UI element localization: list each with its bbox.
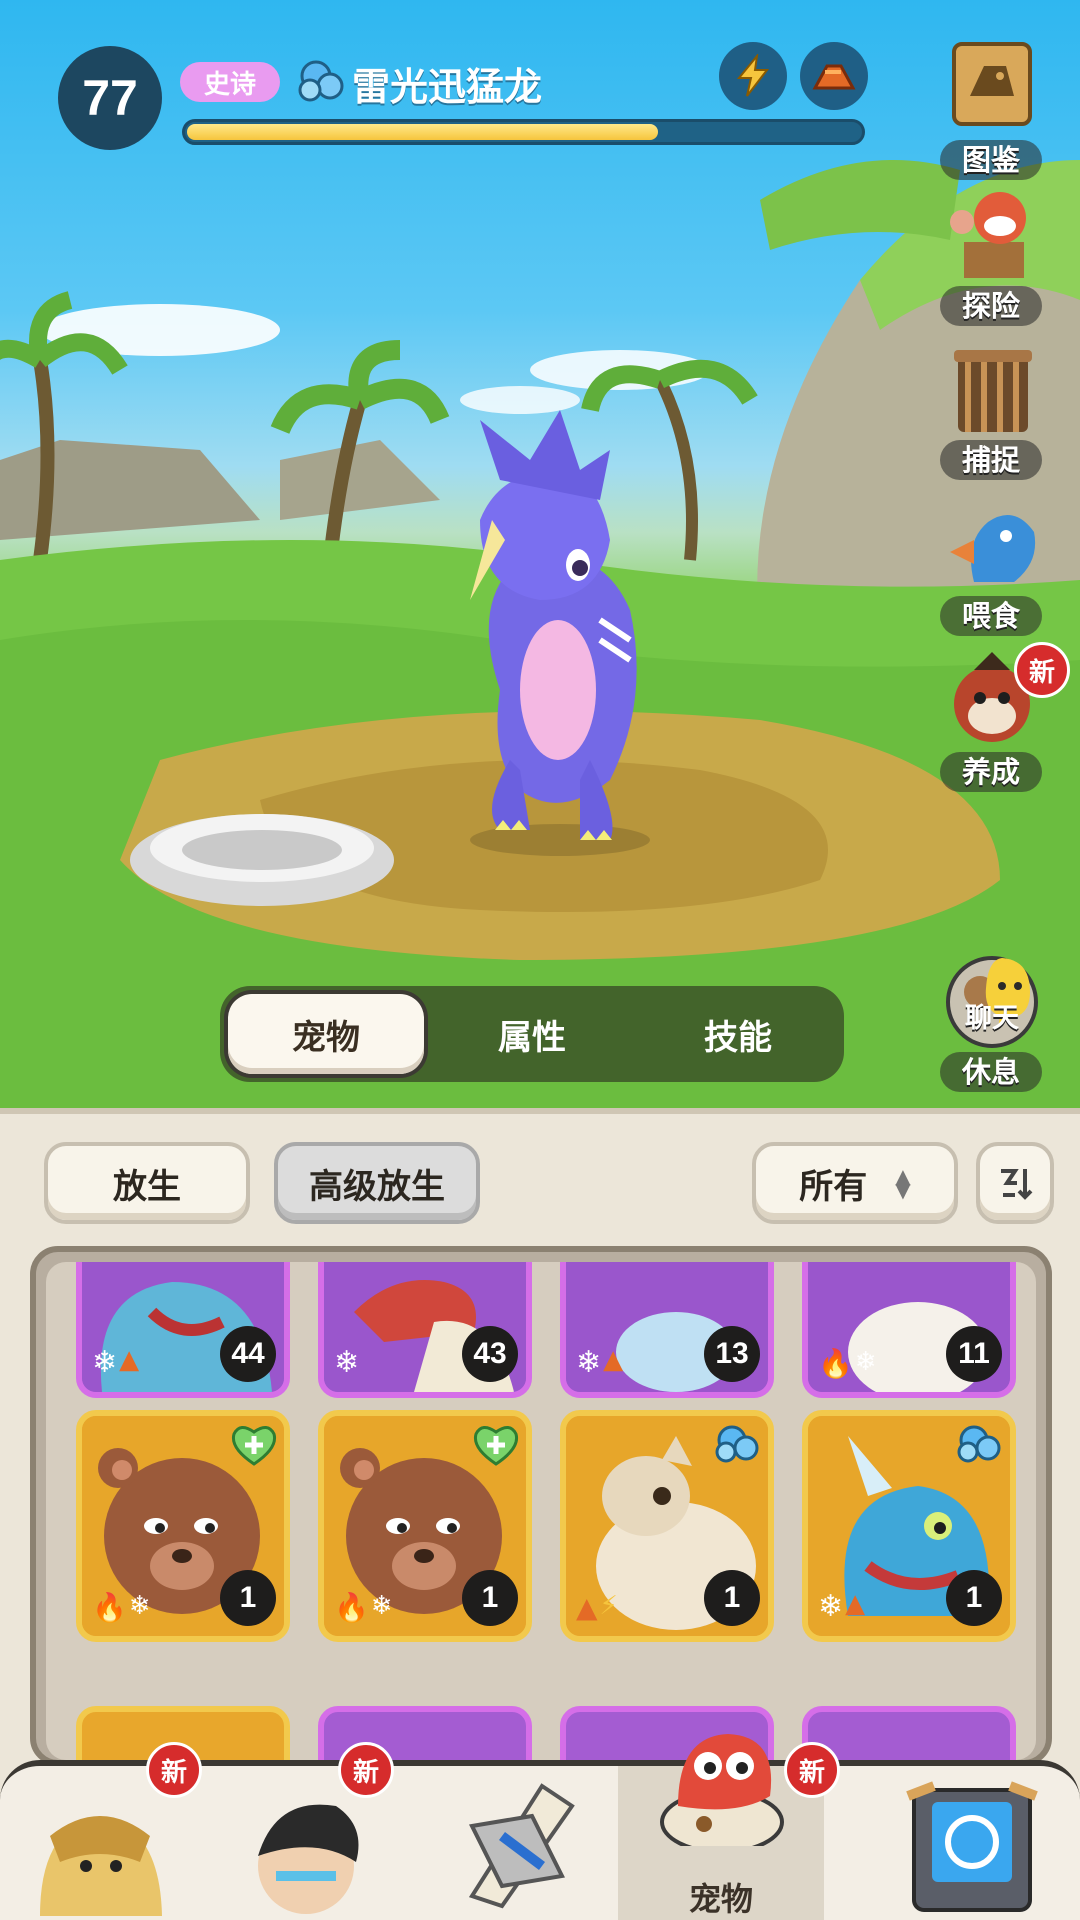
- cage-icon: [954, 350, 1032, 432]
- lightning-icon: [736, 54, 770, 97]
- pet-count: 13: [704, 1326, 760, 1382]
- ice-icon: ❄: [128, 1591, 151, 1621]
- pet-count: 1: [462, 1570, 518, 1626]
- pet-grid: ❄ ▲ 44 ❄ 43 ❄ ▲ 13 🔥 ❄ 11 🔥 ❄ 1 🔥 ❄ 1 ▲ …: [46, 1262, 1036, 1760]
- pet-name: 雷光迅猛龙: [352, 65, 543, 109]
- new-badge: 新: [784, 1742, 840, 1798]
- side-menu-label: 探险: [940, 286, 1042, 326]
- wind-element-icon: [957, 1425, 1001, 1463]
- ice-icon: ❄: [334, 1345, 360, 1380]
- mountain-icon: ▲: [119, 1345, 140, 1375]
- scene-background: [0, 160, 1080, 1110]
- side-menu-label: 喂食: [940, 596, 1042, 636]
- lightning-icon: ⚡: [599, 1591, 618, 1621]
- tab-pet[interactable]: 宠物: [228, 994, 424, 1074]
- book-icon: [952, 42, 1032, 126]
- nav-item-weapon[interactable]: [412, 1766, 618, 1920]
- rarity-badge: 史诗: [180, 62, 280, 102]
- exp-progress-bar: [182, 119, 865, 145]
- pet-card[interactable]: 🔥 ❄ 1: [318, 1410, 532, 1642]
- sort-button[interactable]: [976, 1142, 1054, 1224]
- element-icons: 🔥 ❄: [818, 1347, 877, 1380]
- element-icons: 🔥 ❄: [92, 1591, 151, 1624]
- side-menu-label: 休息: [940, 1052, 1042, 1092]
- side-menu-label: 捕捉: [940, 440, 1042, 480]
- pet-card[interactable]: ❄ 43: [318, 1262, 532, 1398]
- mountain-icon: [812, 64, 856, 90]
- element-icons: ❄ ▲: [818, 1589, 865, 1624]
- fire-icon: 🔥: [334, 1591, 369, 1624]
- exp-progress-fill: [187, 124, 658, 140]
- heal-icon: [231, 1426, 277, 1466]
- explore-icon: [950, 192, 1026, 278]
- pet-count: 11: [946, 1326, 1002, 1382]
- element-icons: ❄: [334, 1345, 359, 1380]
- ice-icon: ❄: [576, 1345, 602, 1380]
- pet-count: 43: [462, 1326, 518, 1382]
- pet-card[interactable]: 🔥 ❄ 1: [76, 1410, 290, 1642]
- pet-card[interactable]: ❄ ▲ 13: [560, 1262, 774, 1398]
- advanced-release-button[interactable]: 高级放生: [274, 1142, 480, 1224]
- release-button[interactable]: 放生: [44, 1142, 250, 1224]
- wind-element-icon: [296, 56, 350, 104]
- pet-tabs: 宠物 属性 技能: [220, 986, 844, 1082]
- weapon-icon: [468, 1783, 575, 1909]
- new-badge: 新: [146, 1742, 202, 1798]
- pet-count: 44: [220, 1326, 276, 1382]
- mountain-icon: ▲: [576, 1591, 598, 1624]
- nav-label: 宠物: [688, 1880, 753, 1918]
- new-badge: 新: [1014, 642, 1070, 698]
- portal-icon: [906, 1781, 1038, 1912]
- pet-count: 1: [220, 1570, 276, 1626]
- side-menu-explore[interactable]: 探险: [938, 182, 1046, 332]
- new-badge: 新: [338, 1742, 394, 1798]
- element-icons: ▲ ⚡: [576, 1591, 618, 1624]
- element-icons: ❄ ▲: [92, 1345, 139, 1380]
- filter-select[interactable]: 所有 ▲ ▼: [752, 1142, 958, 1224]
- electric-element-button[interactable]: [719, 42, 787, 110]
- ice-icon: ❄: [370, 1591, 393, 1621]
- feed-icon: [950, 514, 1036, 582]
- ice-icon: ❄: [92, 1345, 118, 1380]
- wind-element-icon: [715, 1425, 759, 1463]
- level-badge: 77: [58, 46, 162, 150]
- tab-attributes[interactable]: 属性: [434, 994, 630, 1074]
- mountain-icon: ▲: [845, 1589, 866, 1619]
- element-icons: 🔥 ❄: [334, 1591, 393, 1624]
- side-menu-label: 养成: [940, 752, 1042, 792]
- mountain-icon: ▲: [603, 1345, 624, 1375]
- pet-grid-frame: ❄ ▲ 44 ❄ 43 ❄ ▲ 13 🔥 ❄ 11 🔥 ❄ 1 🔥 ❄ 1 ▲ …: [30, 1246, 1052, 1766]
- sort-icon: [1001, 1169, 1033, 1200]
- ice-icon: ❄: [818, 1589, 844, 1624]
- panel-divider: [0, 1108, 1080, 1114]
- tab-skills[interactable]: 技能: [640, 994, 836, 1074]
- pet-card[interactable]: ▲ ⚡ 1: [560, 1410, 774, 1642]
- ice-icon: ❄: [854, 1347, 877, 1377]
- sort-arrows-icon: ▲ ▼: [895, 1164, 911, 1202]
- pet-count: 1: [946, 1570, 1002, 1626]
- filter-value: 所有: [799, 1166, 868, 1207]
- side-menu-capture[interactable]: 捕捉: [938, 336, 1046, 486]
- chat-label[interactable]: 聊天: [956, 996, 1028, 1035]
- pet-card[interactable]: ❄ ▲ 1: [802, 1410, 1016, 1642]
- fire-icon: 🔥: [818, 1347, 853, 1380]
- heal-icon: [473, 1426, 519, 1466]
- pet-card[interactable]: ❄ ▲ 44: [76, 1262, 290, 1398]
- element-icons: ❄ ▲: [576, 1345, 623, 1380]
- pet-scene: [0, 0, 1080, 1110]
- fire-icon: 🔥: [92, 1591, 127, 1624]
- nav-item-portal[interactable]: [874, 1766, 1080, 1920]
- side-menu-label: 图鉴: [940, 140, 1042, 180]
- side-menu-feed[interactable]: 喂食: [938, 492, 1046, 642]
- side-menu-encyclopedia[interactable]: 图鉴: [938, 36, 1046, 186]
- pet-count: 1: [704, 1570, 760, 1626]
- pet-card[interactable]: 🔥 ❄ 11: [802, 1262, 1016, 1398]
- earth-element-button[interactable]: [800, 42, 868, 110]
